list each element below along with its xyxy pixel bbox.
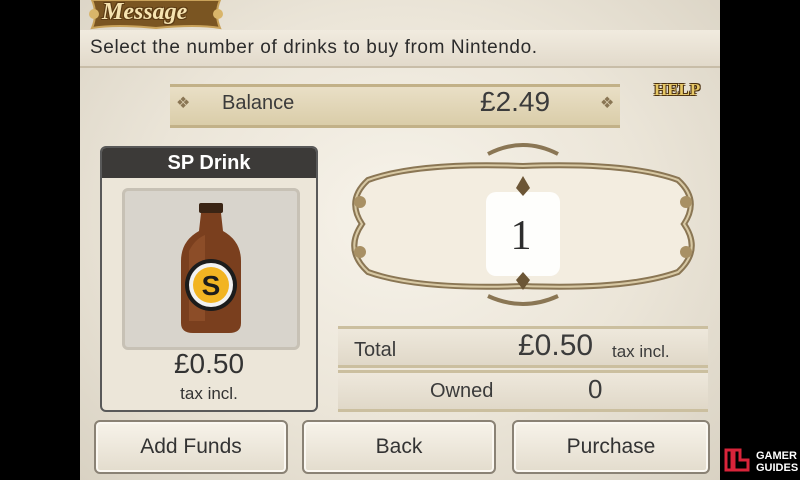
owned-label: Owned: [430, 380, 494, 402]
ornament-right-icon: ❖: [600, 95, 615, 112]
ornament-left-icon: ❖: [176, 95, 191, 112]
owned-bar: [338, 370, 708, 412]
purchase-button[interactable]: Purchase: [512, 420, 710, 474]
balance-value: £2.49: [480, 86, 551, 117]
gamer-guides-logo-icon: [724, 448, 750, 472]
item-price: £0.50: [173, 348, 245, 379]
total-label: Total: [354, 339, 397, 361]
shop-screen: Message Select the number of drinks to b…: [80, 0, 720, 480]
total-value: £0.50: [518, 329, 594, 362]
watermark: GAMER GUIDES: [756, 450, 798, 474]
message-text: Select the number of drinks to buy from …: [90, 37, 538, 58]
watermark-line1: GAMER: [756, 450, 797, 462]
help-button[interactable]: HELP: [654, 80, 700, 100]
message-title: Message: [102, 0, 188, 25]
item-name: SP Drink: [102, 148, 316, 178]
watermark-line2: GUIDES: [756, 462, 799, 474]
item-tax-note: tax incl.: [180, 384, 238, 403]
item-image-frame: S: [122, 188, 300, 350]
add-funds-button[interactable]: Add Funds: [94, 420, 288, 474]
item-card: SP Drink S £0.50 tax incl.: [100, 146, 318, 412]
total-tax-note: tax incl.: [612, 342, 670, 361]
back-button[interactable]: Back: [302, 420, 496, 474]
owned-value: 0: [588, 374, 603, 404]
balance-label: Balance: [222, 92, 295, 114]
quantity-value[interactable]: 1: [484, 212, 558, 260]
bottle-icon: S: [181, 203, 241, 333]
bottle-badge-letter: S: [202, 270, 221, 301]
